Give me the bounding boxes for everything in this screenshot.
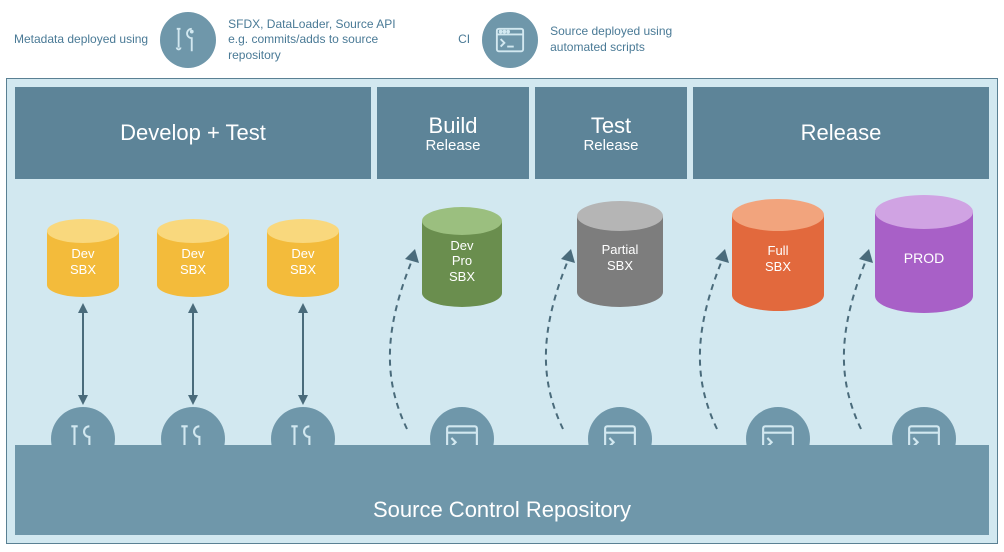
stage-test-title: Test — [591, 113, 631, 139]
legend-cli-group: CI Source deployed using automated scrip… — [458, 12, 730, 68]
repo-label: Source Control Repository — [373, 497, 631, 523]
cylinder-dev-sbx-3-label: Dev SBX — [290, 246, 316, 277]
arrow-dev3-bidir — [297, 303, 309, 405]
legend-metadata-text: SFDX, DataLoader, Source API e.g. commit… — [228, 17, 408, 64]
legend-row: Metadata deployed using SFDX, DataLoader… — [0, 0, 1004, 80]
cylinder-prod-label: PROD — [904, 250, 944, 267]
stage-build: Build Release — [377, 87, 529, 179]
terminal-icon — [482, 12, 538, 68]
arrow-repo-to-prod — [831, 239, 891, 439]
arrow-repo-to-full — [687, 239, 747, 439]
pipeline-diagram: Develop + Test Build Release Test Releas… — [6, 78, 998, 544]
stage-build-sub: Release — [425, 137, 480, 154]
arrow-dev2-bidir — [187, 303, 199, 405]
arrow-repo-to-devpro — [377, 239, 437, 439]
stage-release: Release — [693, 87, 989, 179]
legend-cli-before: CI — [458, 32, 470, 48]
stage-develop-test: Develop + Test — [15, 87, 371, 179]
cylinder-dev-sbx-2-label: Dev SBX — [180, 246, 206, 277]
arrow-repo-to-partial — [533, 239, 593, 439]
stage-release-title: Release — [801, 120, 882, 146]
legend-metadata-before: Metadata deployed using — [14, 32, 148, 48]
cylinder-partial-sbx-label: Partial SBX — [602, 242, 639, 273]
cylinder-dev-sbx-3: Dev SBX — [267, 219, 339, 297]
stage-headers: Develop + Test Build Release Test Releas… — [7, 79, 997, 179]
source-control-repository: Source Control Repository — [15, 445, 989, 535]
cylinder-dev-sbx-1: Dev SBX — [47, 219, 119, 297]
stage-develop-test-title: Develop + Test — [120, 120, 266, 146]
cylinder-dev-pro-sbx-label: Dev Pro SBX — [449, 238, 475, 285]
stage-build-title: Build — [429, 113, 478, 139]
stage-test: Test Release — [535, 87, 687, 179]
cylinder-full-sbx-label: Full SBX — [765, 243, 791, 274]
legend-metadata-group: Metadata deployed using SFDX, DataLoader… — [14, 12, 408, 68]
legend-cli-text: Source deployed using automated scripts — [550, 24, 730, 55]
stage-test-sub: Release — [583, 137, 638, 154]
tools-icon — [160, 12, 216, 68]
cylinder-dev-sbx-2: Dev SBX — [157, 219, 229, 297]
arrow-dev1-bidir — [77, 303, 89, 405]
cylinder-dev-sbx-1-label: Dev SBX — [70, 246, 96, 277]
